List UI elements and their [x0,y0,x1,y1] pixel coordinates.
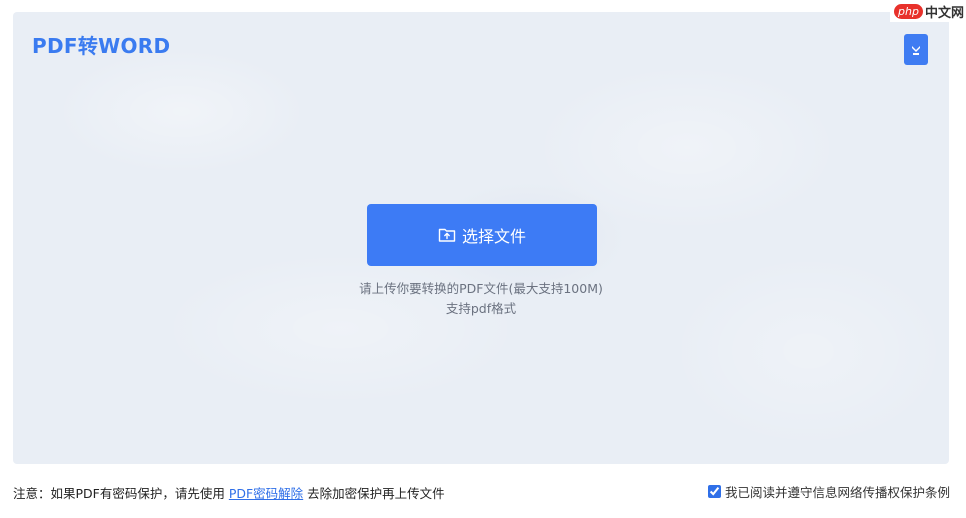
select-file-button[interactable]: 选择文件 [367,204,597,266]
php-cn-text: 中文网 [924,5,964,21]
folder-upload-icon [438,227,456,243]
upload-panel: PDF转WORD 选择文件 请上传你要转换的PDF文件(最大支持100M) 支持… [13,12,949,464]
agreement-checkbox[interactable] [707,485,721,498]
corner-download-button[interactable] [904,34,928,65]
page-title: PDF转WORD [32,34,171,58]
upload-size-hint: 请上传你要转换的PDF文件(最大支持100M) [359,281,603,296]
password-notice: 注意：如果PDF有密码保护，请先使用 PDF密码解除 去除加密保护再上传文件 [13,483,445,502]
php-badge: php [894,3,923,19]
php-cn-watermark-logo: php 中文网 [890,0,966,22]
notice-suffix: 去除加密保护再上传文件 [303,486,445,501]
download-bird-icon [912,45,920,55]
notice-prefix: 注意：如果PDF有密码保护，请先使用 [13,486,229,501]
agreement-checkbox-row[interactable]: 我已阅读并遵守信息网络传播权保护条例 [707,482,950,501]
pdf-password-removal-link[interactable]: PDF密码解除 [229,486,303,501]
select-file-label: 选择文件 [461,227,526,246]
agreement-label: 我已阅读并遵守信息网络传播权保护条例 [724,485,950,500]
upload-format-hint: 支持pdf格式 [445,301,517,316]
